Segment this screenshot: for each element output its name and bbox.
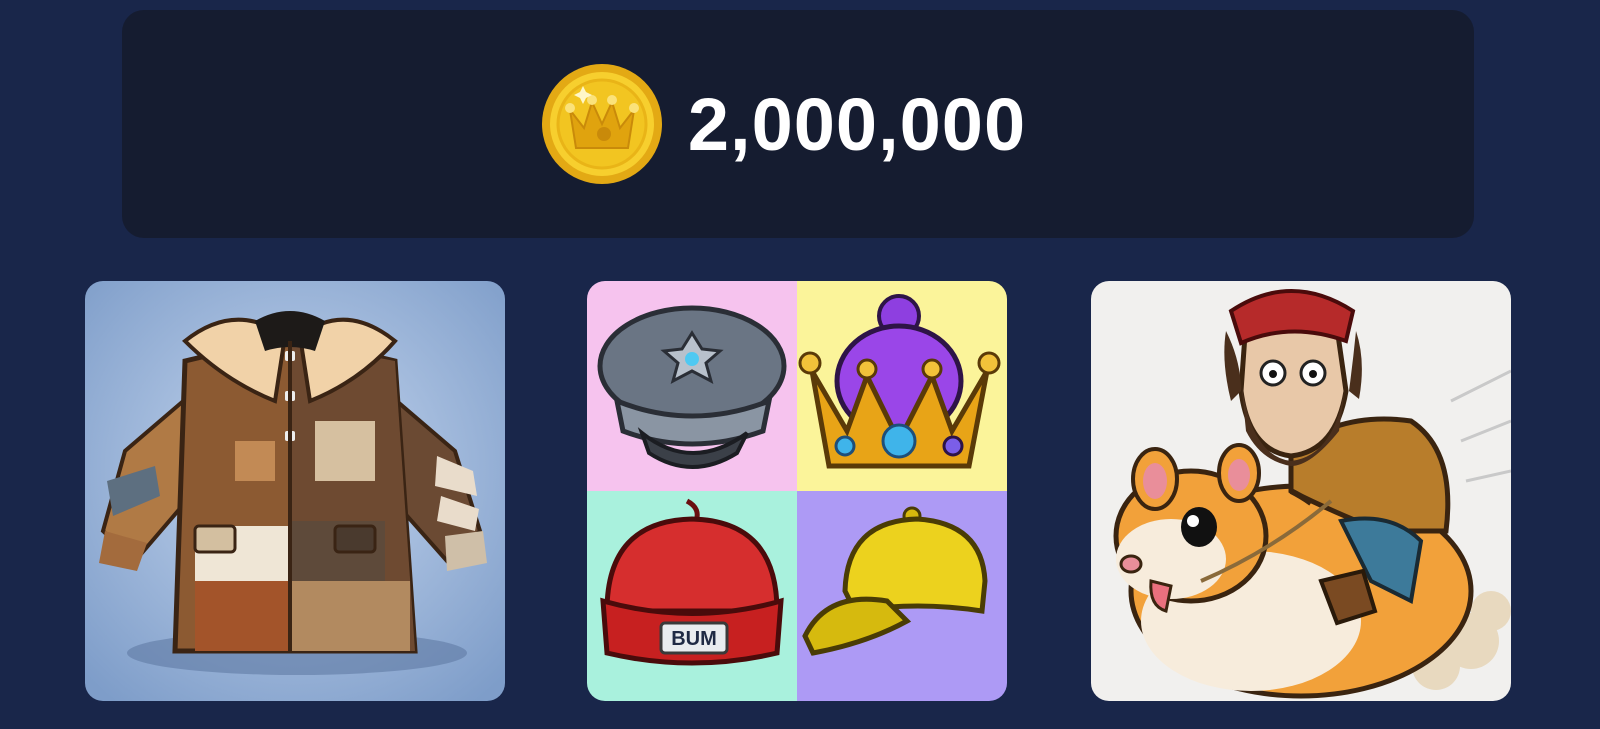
- fur-coat-icon: [85, 281, 505, 701]
- hats-collection-icon: BUM: [587, 281, 1007, 701]
- hats-collection-card[interactable]: BUM: [587, 281, 1007, 701]
- balance-panel: 2,000,000: [122, 10, 1474, 238]
- crown-coin-icon: [541, 64, 662, 184]
- hamster-rider-card[interactable]: [1091, 281, 1511, 701]
- balance-amount: 2,000,000: [687, 82, 1027, 166]
- beanie-badge-text: BUM: [671, 628, 717, 650]
- hamster-rider-icon: [1091, 281, 1511, 701]
- fur-coat-card[interactable]: [85, 281, 505, 701]
